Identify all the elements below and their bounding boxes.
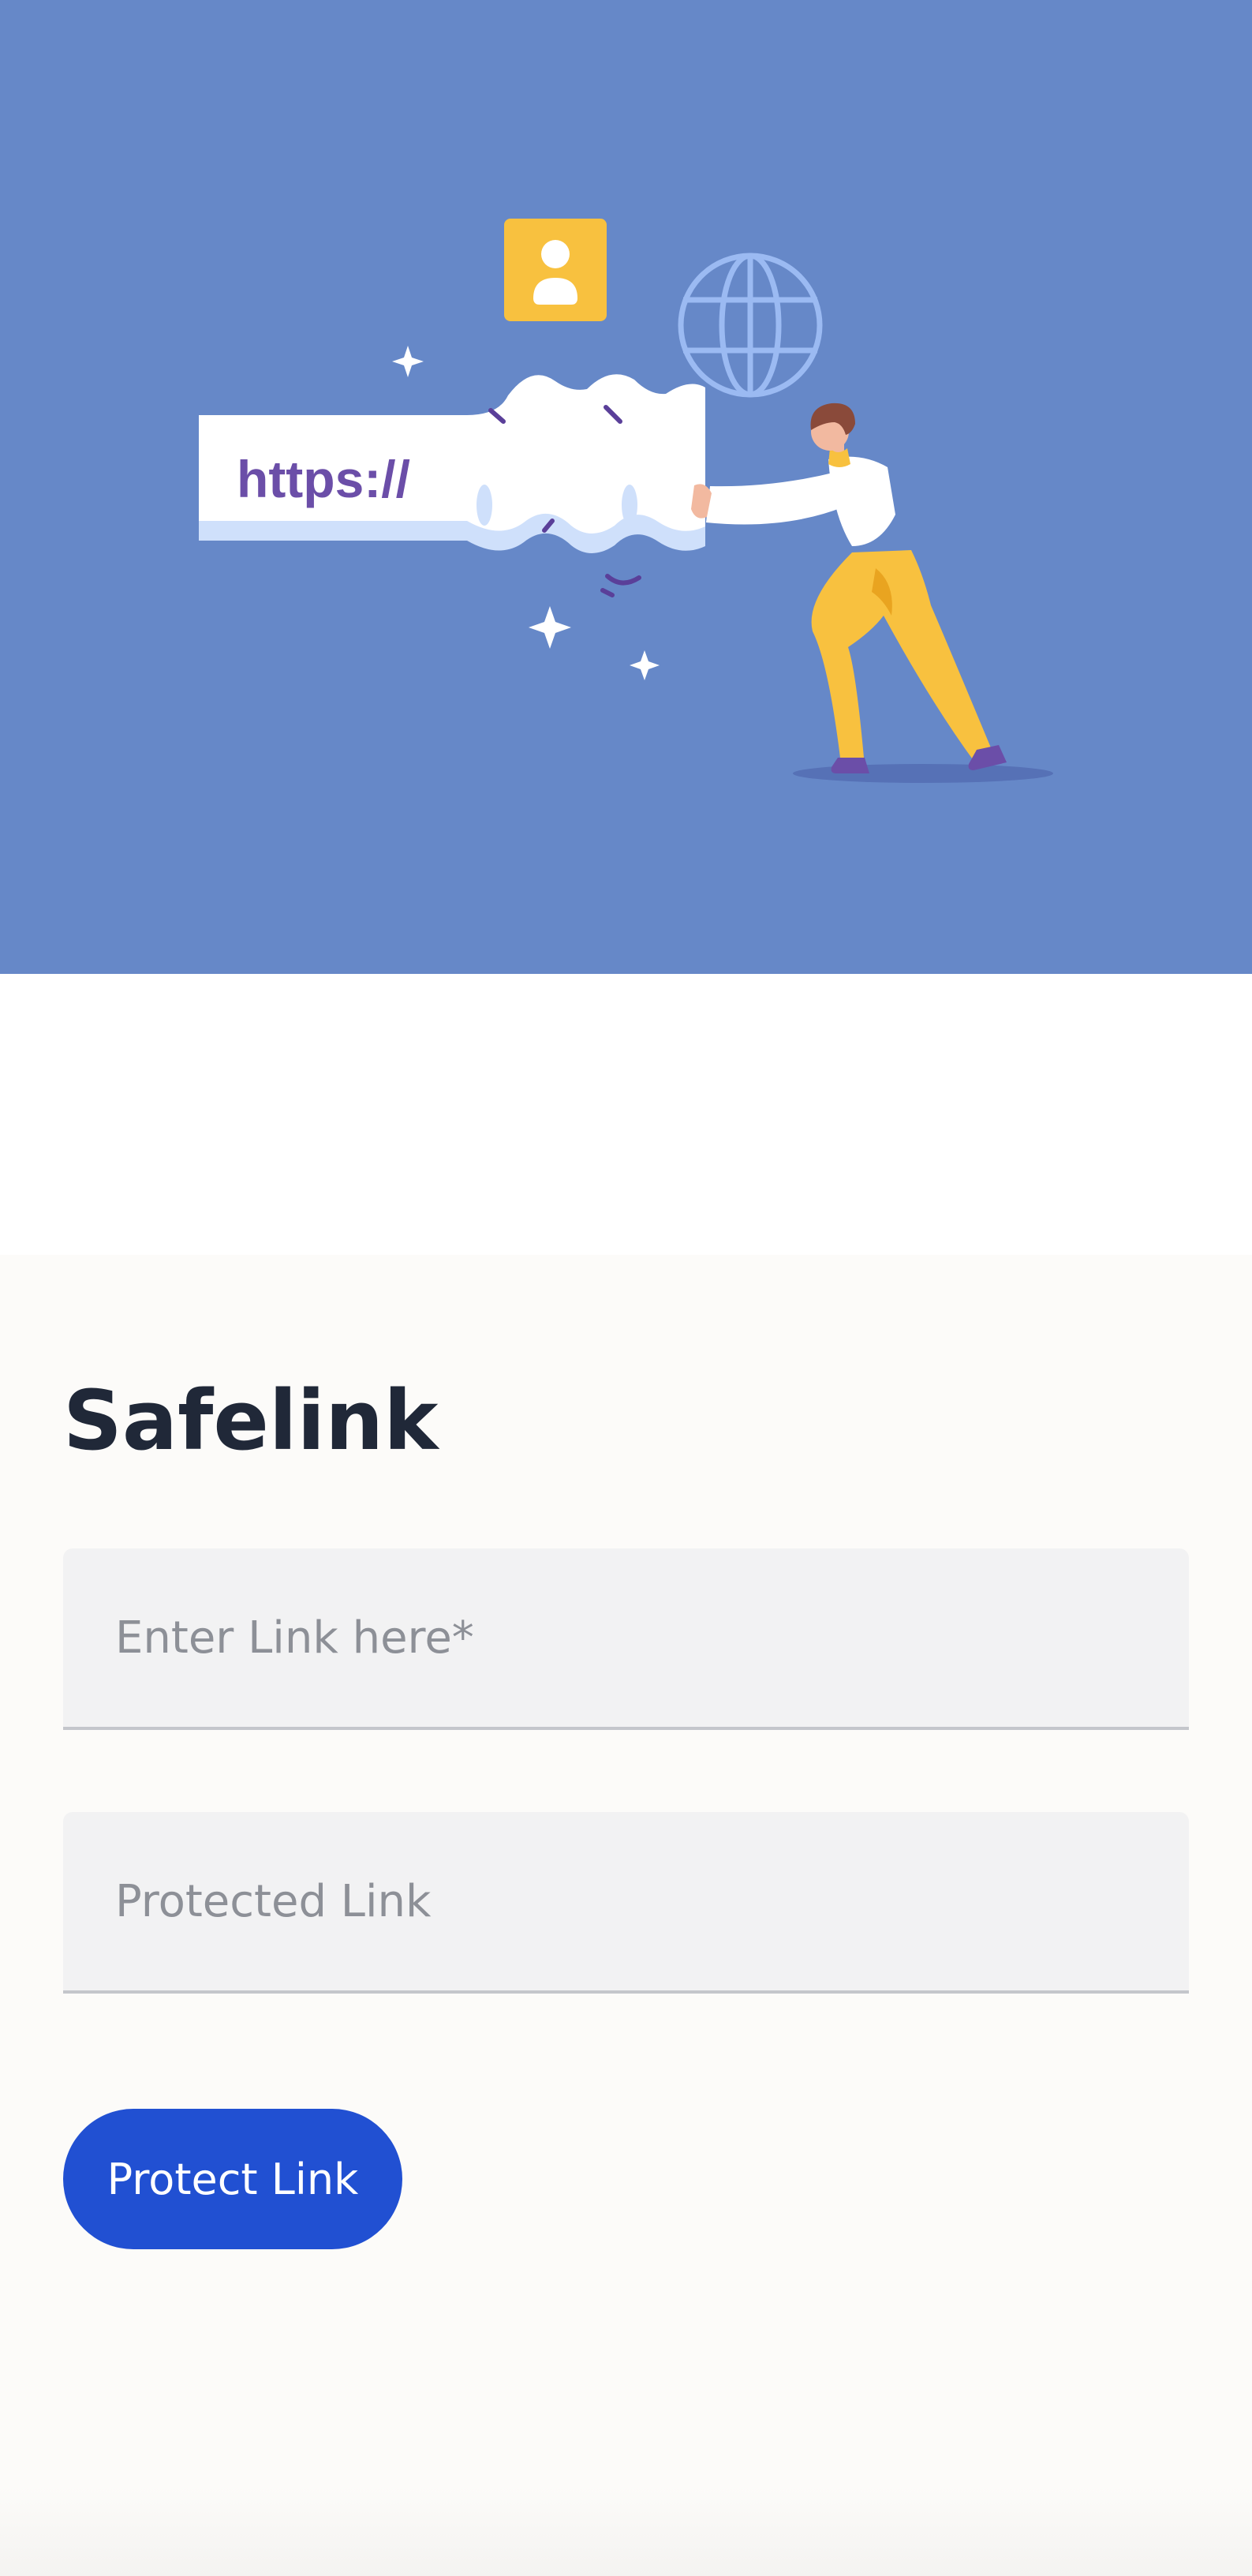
user-badge-icon [504, 219, 607, 321]
protected-link-input[interactable] [63, 1812, 1189, 1990]
bottom-fade [0, 2486, 1252, 2576]
link-input[interactable] [63, 1548, 1189, 1727]
page-title: Safelink [63, 1372, 439, 1469]
hero-illustration: https:// [199, 219, 1053, 783]
link-field [63, 1548, 1189, 1730]
protect-link-button[interactable]: Protect Link [63, 2109, 402, 2249]
globe-icon [678, 253, 823, 398]
protected-link-field [63, 1812, 1189, 1994]
url-text: https:// [237, 450, 410, 508]
hero-banner: https:// [0, 0, 1252, 974]
spacer [0, 974, 1252, 1255]
url-bar-illustration: https:// [199, 374, 705, 597]
person-pushing-illustration [691, 402, 1053, 783]
